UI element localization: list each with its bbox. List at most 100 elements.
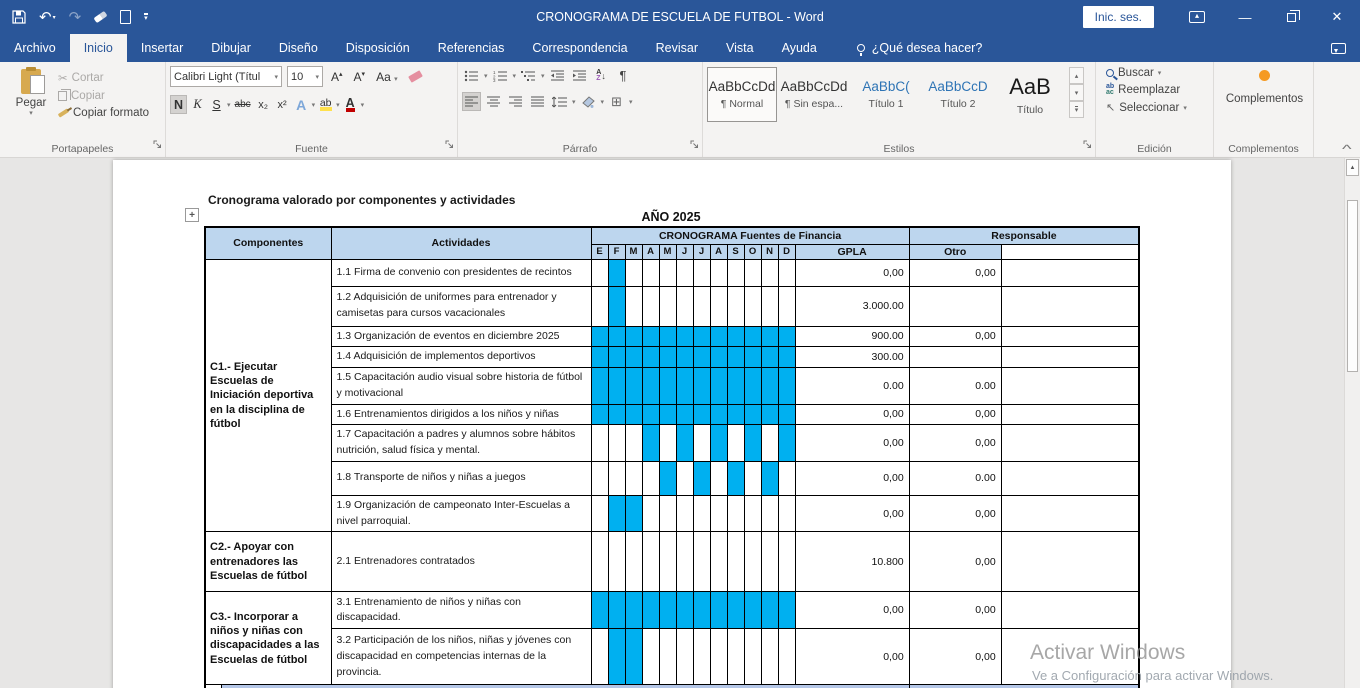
responsable-cell[interactable] xyxy=(1001,286,1139,326)
gantt-cell[interactable] xyxy=(625,347,642,368)
font-color-dropdown[interactable]: ▾ xyxy=(361,101,365,109)
gantt-cell[interactable] xyxy=(676,495,693,532)
responsable-cell[interactable] xyxy=(1001,532,1139,592)
tab-inicio[interactable]: Inicio xyxy=(70,34,127,62)
gantt-cell[interactable] xyxy=(761,495,778,532)
gantt-cell[interactable] xyxy=(608,326,625,347)
gantt-cell[interactable] xyxy=(778,592,795,629)
gantt-cell[interactable] xyxy=(642,347,659,368)
gantt-cell[interactable] xyxy=(659,425,676,462)
tab-vista[interactable]: Vista xyxy=(712,34,768,62)
collapse-ribbon-button[interactable]: ^ xyxy=(1342,142,1352,156)
gantt-cell[interactable] xyxy=(693,404,710,425)
gantt-cell[interactable] xyxy=(778,495,795,532)
gantt-cell[interactable] xyxy=(676,326,693,347)
tab-insertar[interactable]: Insertar xyxy=(127,34,197,62)
component-cell[interactable]: C3.- Incorporar a niños y niñas con disc… xyxy=(205,592,331,685)
gpla-value-cell[interactable]: 3.000.00 xyxy=(795,286,909,326)
otro-value-cell[interactable]: 0,00 xyxy=(909,326,1001,347)
document-page[interactable]: Cronograma valorado por componentes y ac… xyxy=(113,160,1231,688)
align-center-button[interactable] xyxy=(484,92,503,111)
gpla-value-cell[interactable]: 900.00 xyxy=(795,326,909,347)
text-effects-dropdown[interactable]: ▾ xyxy=(312,101,316,109)
underline-dropdown[interactable]: ▾ xyxy=(227,101,231,109)
otro-value-cell[interactable]: 0,00 xyxy=(909,425,1001,462)
gantt-cell[interactable] xyxy=(778,368,795,405)
minimize-button[interactable]: — xyxy=(1222,0,1268,34)
otro-value-cell[interactable]: 0,00 xyxy=(909,404,1001,425)
gantt-cell[interactable] xyxy=(659,347,676,368)
gantt-cell[interactable] xyxy=(693,368,710,405)
otro-value-cell[interactable]: 0,00 xyxy=(909,592,1001,629)
year-title[interactable]: AÑO 2025 xyxy=(204,210,1138,224)
feedback-button[interactable] xyxy=(1331,34,1346,62)
activity-cell[interactable]: 1.9 Organización de campeonato Inter-Esc… xyxy=(331,495,591,532)
gantt-cell[interactable] xyxy=(744,286,761,326)
gantt-cell[interactable] xyxy=(591,347,608,368)
gantt-cell[interactable] xyxy=(676,368,693,405)
activity-cell[interactable]: 1.4 Adquisición de implementos deportivo… xyxy=(331,347,591,368)
gantt-cell[interactable] xyxy=(608,368,625,405)
gantt-cell[interactable] xyxy=(676,404,693,425)
sign-in-button[interactable]: Inic. ses. xyxy=(1083,6,1154,28)
otro-value-cell[interactable]: 0.00 xyxy=(909,368,1001,405)
superscript-button[interactable]: x² xyxy=(274,95,291,114)
gantt-cell[interactable] xyxy=(608,592,625,629)
gpla-value-cell[interactable]: 0,00 xyxy=(795,592,909,629)
gantt-cell[interactable] xyxy=(625,532,642,592)
style-card-t-tulo-2[interactable]: AaBbCcDTítulo 2 xyxy=(923,67,993,122)
responsable-cell[interactable] xyxy=(1001,629,1139,685)
gantt-cell[interactable] xyxy=(761,425,778,462)
gantt-cell[interactable] xyxy=(659,286,676,326)
otro-value-cell[interactable]: 0.00 xyxy=(909,461,1001,495)
gantt-cell[interactable] xyxy=(761,286,778,326)
borders-dropdown[interactable]: ▾ xyxy=(629,98,633,106)
table-move-handle[interactable]: + xyxy=(185,208,199,222)
gantt-cell[interactable] xyxy=(608,532,625,592)
gantt-cell[interactable] xyxy=(642,592,659,629)
ink-eraser-icon[interactable] xyxy=(94,8,107,26)
gantt-cell[interactable] xyxy=(727,495,744,532)
justify-button[interactable] xyxy=(528,92,547,111)
bullets-dropdown[interactable]: ▾ xyxy=(484,72,488,80)
activity-cell[interactable]: 1.3 Organización de eventos en diciembre… xyxy=(331,326,591,347)
tab-correspondencia[interactable]: Correspondencia xyxy=(518,34,641,62)
gantt-cell[interactable] xyxy=(710,629,727,685)
multilevel-list-button[interactable] xyxy=(519,66,538,85)
highlight-button[interactable]: ab xyxy=(317,95,334,114)
activity-cell[interactable]: 3.1 Entrenamiento de niños y niñas con d… xyxy=(331,592,591,629)
gpla-value-cell[interactable]: 0,00 xyxy=(795,495,909,532)
tab-disposición[interactable]: Disposición xyxy=(332,34,424,62)
gantt-cell[interactable] xyxy=(659,461,676,495)
responsable-cell[interactable] xyxy=(1001,592,1139,629)
scrollbar-thumb[interactable] xyxy=(1347,200,1358,372)
gantt-cell[interactable] xyxy=(778,404,795,425)
tab-revisar[interactable]: Revisar xyxy=(642,34,712,62)
gantt-cell[interactable] xyxy=(591,629,608,685)
gantt-cell[interactable] xyxy=(710,461,727,495)
gantt-cell[interactable] xyxy=(591,286,608,326)
cronograma-table[interactable]: ComponentesActividadesCRONOGRAMA Fuentes… xyxy=(204,226,1140,688)
format-painter-button[interactable]: Copiar formato xyxy=(58,107,149,119)
style-card-t-tulo-1[interactable]: AaBbC(Título 1 xyxy=(851,67,921,122)
line-spacing-dropdown[interactable]: ▾ xyxy=(572,98,576,106)
increase-indent-button[interactable] xyxy=(570,66,589,85)
clipboard-dialog-launcher[interactable] xyxy=(153,136,162,154)
otro-value-cell[interactable]: 0,00 xyxy=(909,629,1001,685)
font-name-combo[interactable]: Calibri Light (Títul▾ xyxy=(170,66,282,87)
font-dialog-launcher[interactable] xyxy=(445,136,454,154)
responsable-cell[interactable] xyxy=(1001,404,1139,425)
gantt-cell[interactable] xyxy=(591,326,608,347)
font-color-button[interactable]: A xyxy=(342,95,359,114)
bold-button[interactable]: N xyxy=(170,95,187,114)
gantt-cell[interactable] xyxy=(591,259,608,286)
gpla-value-cell[interactable]: 0,00 xyxy=(795,259,909,286)
gantt-cell[interactable] xyxy=(727,368,744,405)
gantt-cell[interactable] xyxy=(676,425,693,462)
responsable-cell[interactable] xyxy=(1001,495,1139,532)
responsable-cell[interactable] xyxy=(1001,326,1139,347)
gantt-cell[interactable] xyxy=(693,259,710,286)
gantt-cell[interactable] xyxy=(659,326,676,347)
activity-cell[interactable]: 3.2 Participación de los niños, niñas y … xyxy=(331,629,591,685)
style-card--normal[interactable]: AaBbCcDd¶ Normal xyxy=(707,67,777,122)
